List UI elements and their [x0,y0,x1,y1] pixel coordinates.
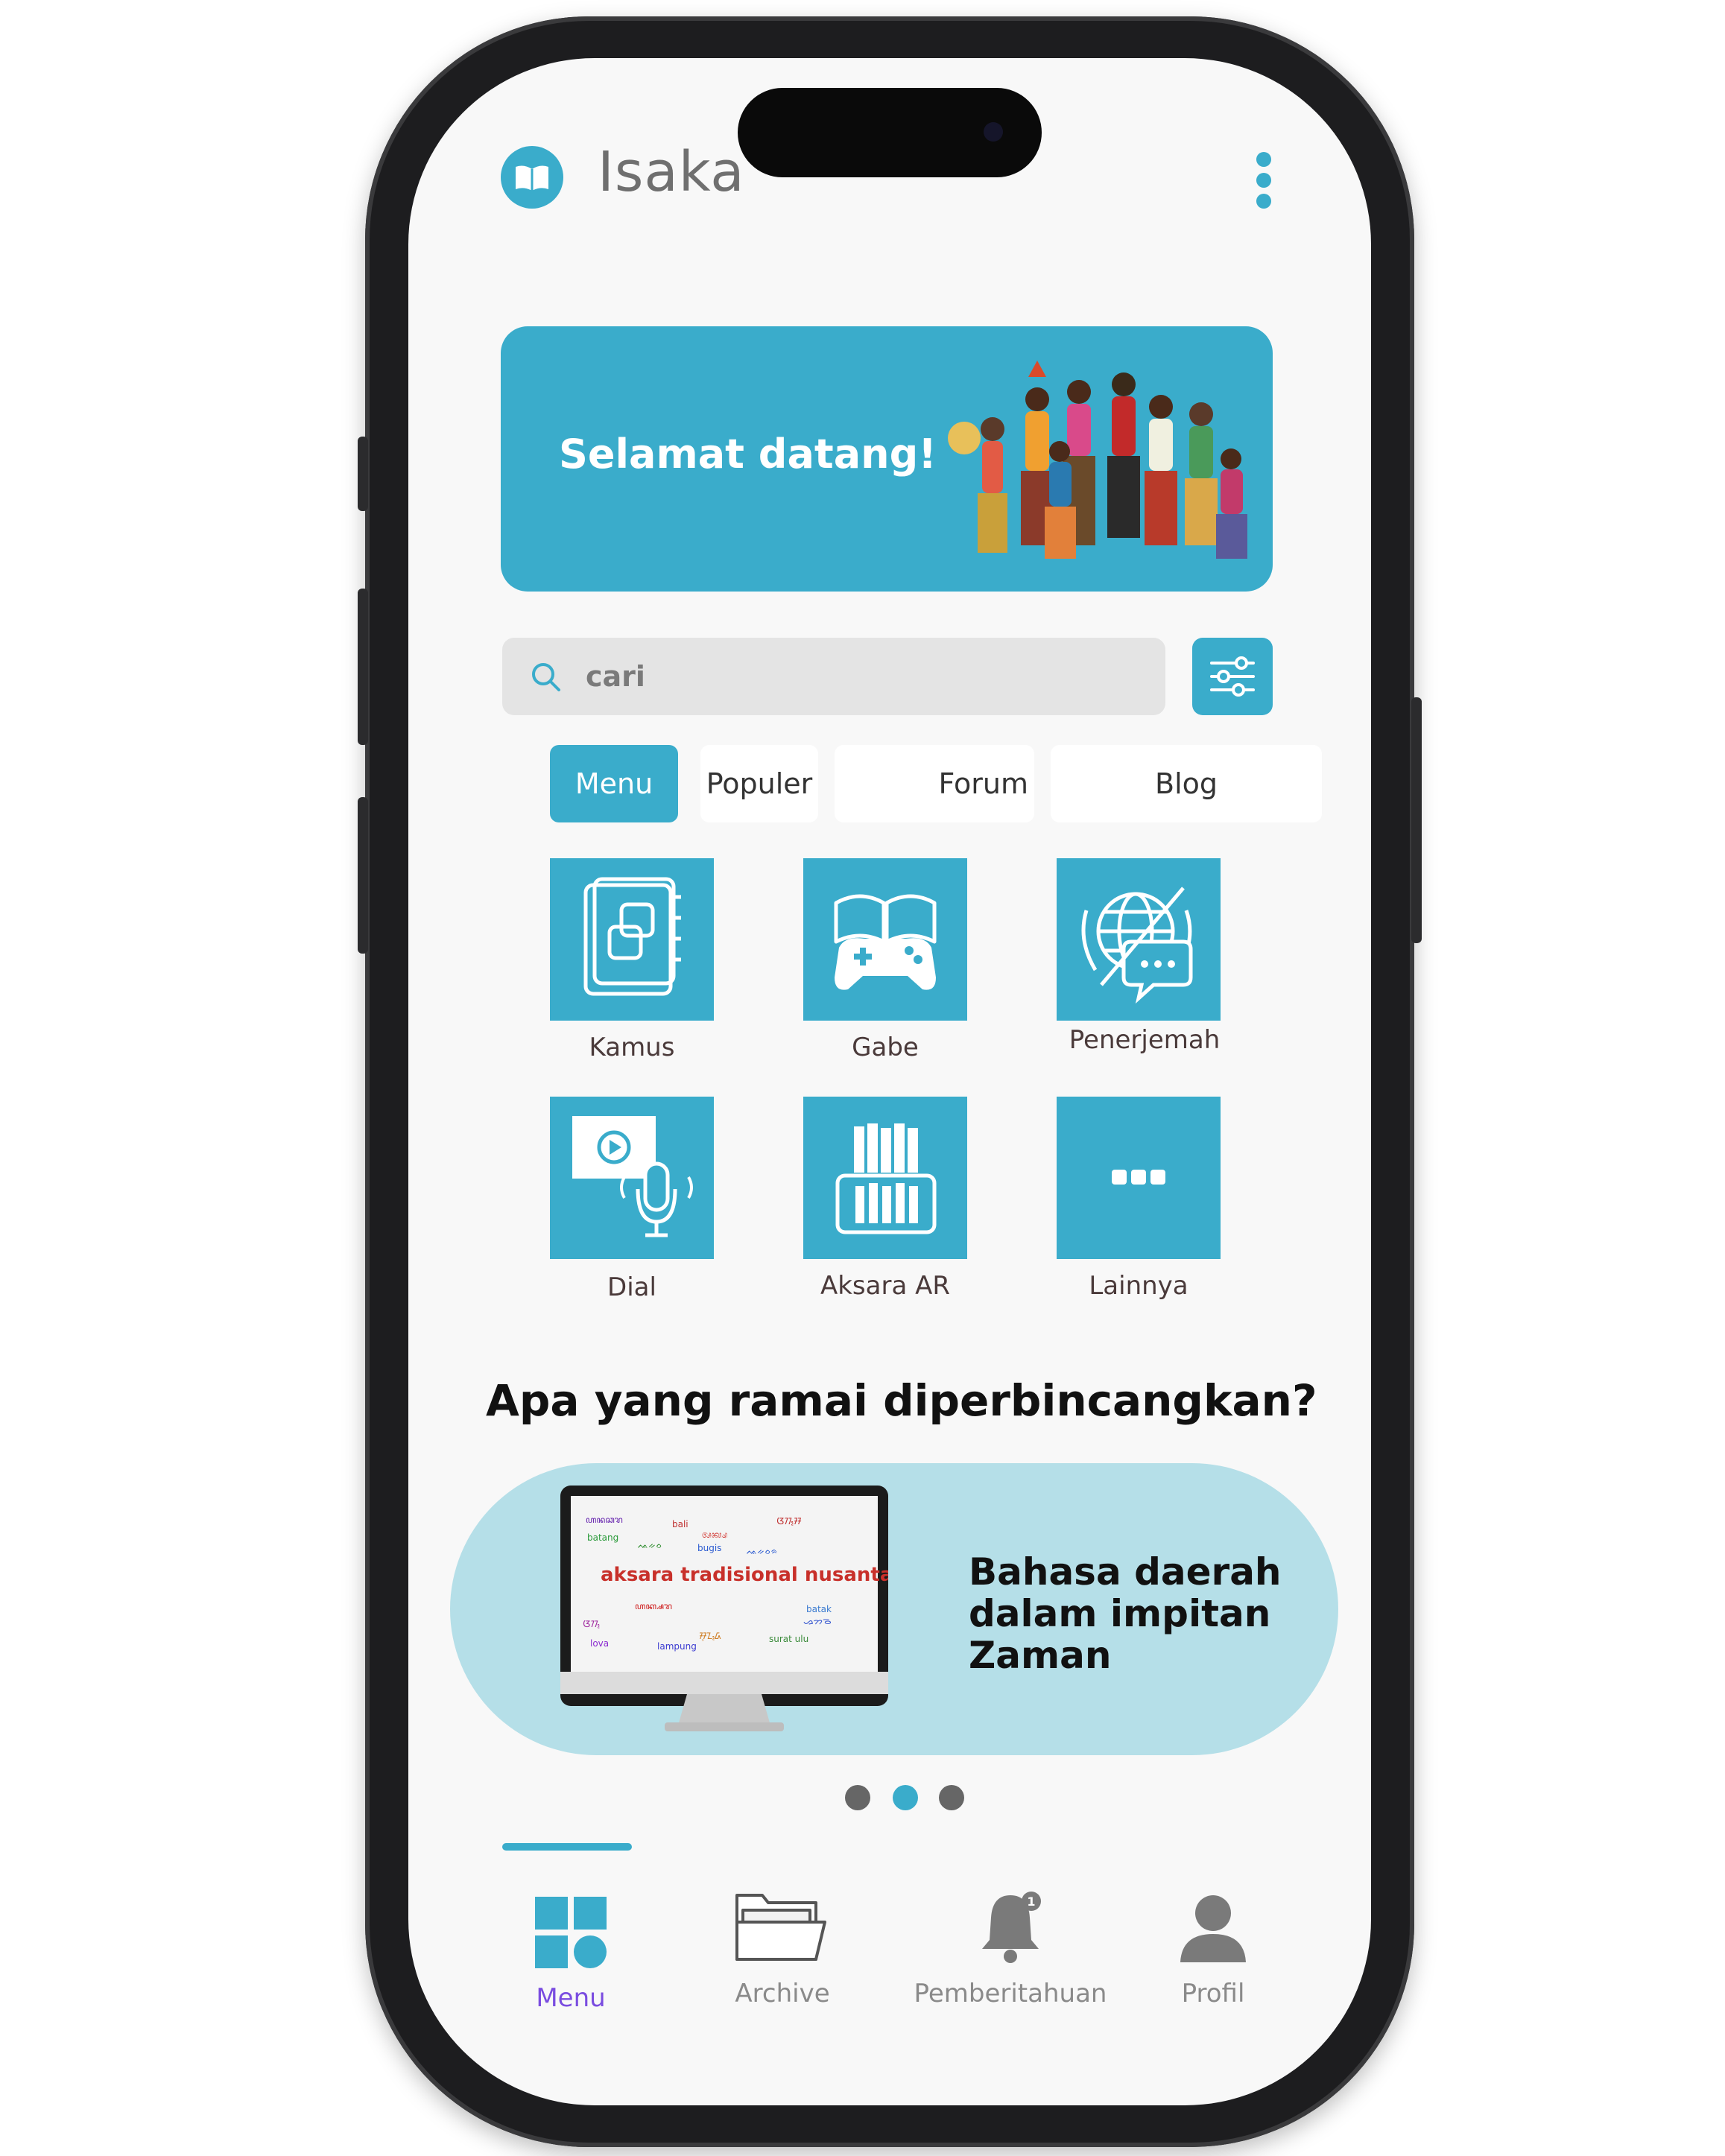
folder-icon [735,1894,826,1961]
svg-text:ꦲꦤꦕꦫ: ꦲꦤꦕꦫ [586,1515,623,1525]
carousel-dot-active[interactable] [893,1785,918,1810]
carousel-dot[interactable] [939,1785,964,1810]
action-button [358,437,368,511]
power-button [1411,697,1422,943]
game-book-icon [834,894,937,990]
video-microphone-icon [572,1116,693,1237]
card-title-line: Zaman [969,1634,1112,1677]
tab-menu[interactable]: Menu [550,745,678,822]
search-icon [532,663,560,691]
volume-up-button [358,589,368,745]
welcome-banner: Selamat datang! [501,326,1273,592]
menu-label-dial: Dial [607,1272,656,1302]
menu-label-aksara-ar: Aksara AR [820,1271,950,1301]
carousel-dot[interactable] [845,1785,870,1810]
card-title-line: Bahasa daerah [969,1550,1282,1594]
nav-item-menu[interactable]: Menu [466,1885,675,2034]
tab-forum[interactable]: Forum [835,745,1034,822]
filter-button[interactable] [1192,638,1273,715]
card-title: Bahasa daerah dalam impitan Zaman [969,1551,1297,1676]
nav-label-profil: Profil [1181,1979,1245,2008]
more-dots-icon [1112,1170,1165,1185]
svg-text:ᮃᮊ᮪: ᮃᮊ᮪ [583,1619,600,1629]
svg-text:surat ulu: surat ulu [769,1634,808,1644]
menu-tile-penerjemah[interactable] [1057,858,1221,1021]
translate-globe-icon [1081,887,1193,1004]
more-options-icon[interactable] [1249,152,1279,212]
dynamic-island [738,88,1042,177]
nav-item-pemberitahuan[interactable]: 1 Pemberitahuan [906,1885,1115,2034]
book-icon [516,165,548,191]
app-logo [501,146,563,209]
menu-label-gabe: Gabe [852,1033,919,1062]
nav-label-archive: Archive [735,1979,830,2008]
svg-text:ᮃᮊ᮪ᮞ: ᮃᮊ᮪ᮞ [776,1516,802,1526]
nav-item-archive[interactable]: Archive [678,1885,887,2034]
menu-tile-aksara-ar[interactable] [803,1097,967,1259]
svg-text:ᨕᨀᨔᨑ: ᨕᨀᨔᨑ [747,1546,778,1556]
bell-icon: 1 [982,1892,1041,1963]
nav-label-menu: Menu [536,1983,606,2013]
menu-tile-gabe[interactable] [803,858,967,1021]
svg-text:batang: batang [587,1532,618,1543]
menu-tile-dial[interactable] [550,1097,714,1259]
card-image-text: aksara tradisional nusantara [601,1564,888,1586]
trending-heading: Apa yang ramai diperbincangkan? [486,1375,1317,1426]
monitor-illustration: ꦲꦤꦕꦫ bali ᬅᬓ᭄ᬱ ᮃᮊ᮪ᮞ batang ᨕᨀᨔ bugis ᨕᨀᨔ… [560,1486,888,1731]
menu-tile-kamus[interactable] [550,858,714,1021]
menu-label-kamus: Kamus [589,1033,675,1062]
svg-text:bali: bali [672,1519,689,1529]
svg-text:ᮞᮥᮔ᮪ᮓ: ᮞᮥᮔ᮪ᮓ [699,1631,721,1641]
volume-down-button [358,797,368,954]
traditional-dancers-illustration [948,361,1247,559]
sliders-icon [1210,656,1255,697]
menu-label-penerjemah: Penerjemah [1069,1025,1221,1055]
user-icon [1180,1895,1246,1962]
welcome-text: Selamat datang! [559,431,937,478]
svg-text:ꦲꦏ꧀ꦱꦫ: ꦲꦏ꧀ꦱꦫ [635,1601,672,1611]
tab-populer[interactable]: Populer [700,745,818,822]
svg-text:ᨕᨀᨔ: ᨕᨀᨔ [638,1540,662,1550]
dictionary-icon [583,877,681,996]
svg-text:ᯀᯂᯉ: ᯀᯂᯉ [803,1616,832,1626]
search-bar[interactable] [502,638,1165,715]
app-title: Isaka [598,140,745,204]
svg-text:ᬅᬓ᭄ᬱ: ᬅᬓ᭄ᬱ [702,1529,727,1540]
svg-text:bugis: bugis [697,1543,721,1553]
card-title-line: dalam impitan [969,1592,1271,1635]
grid-icon [535,1897,607,1968]
menu-label-lainnya: Lainnya [1089,1271,1188,1301]
svg-text:lampung: lampung [657,1641,697,1652]
trending-card[interactable]: ꦲꦤꦕꦫ bali ᬅᬓ᭄ᬱ ᮃᮊ᮪ᮞ batang ᨕᨀᨔ bugis ᨕᨀᨔ… [450,1463,1338,1755]
tab-blog[interactable]: Blog [1051,745,1322,822]
ar-phone-books-icon [835,1123,937,1234]
svg-text:batak: batak [806,1604,832,1614]
menu-tile-lainnya[interactable] [1057,1097,1221,1259]
camera-icon [984,122,1003,142]
nav-item-profil[interactable]: Profil [1109,1885,1317,2034]
search-input[interactable] [584,653,1136,700]
nav-label-pemberitahuan: Pemberitahuan [914,1979,1107,2008]
notification-badge: 1 [1027,1895,1035,1909]
nav-active-indicator [502,1843,632,1851]
svg-text:lova: lova [590,1638,609,1649]
